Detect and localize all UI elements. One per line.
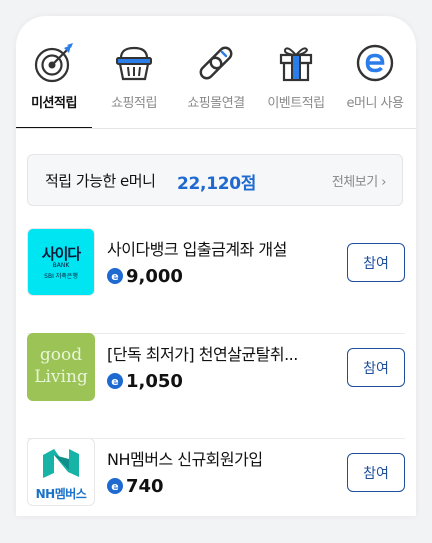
good-living-logo: good Living <box>27 333 95 401</box>
mission-item: 사이다 BANK SBI 저축은행 사이다뱅크 입출금계좌 개설 e 9,000… <box>27 228 405 334</box>
emoney-icon <box>356 44 394 82</box>
tab-label: 쇼핑적립 <box>111 96 157 111</box>
view-all-link[interactable]: 전체보기 › <box>332 171 387 190</box>
nh-symbol-icon <box>43 449 79 478</box>
mission-points: e 9,000 <box>107 265 183 287</box>
summary-amount: 22,120점 <box>177 174 257 194</box>
mission-title: NH멤버스 신규회원가입 <box>107 450 263 469</box>
join-button[interactable]: 참여 <box>347 348 405 387</box>
mission-points: e 1,050 <box>107 370 183 392</box>
tab-label: 이벤트적립 <box>267 96 325 111</box>
mission-title: [단독 최저가] 천연살균탈취... <box>107 345 298 364</box>
tab-mission[interactable]: 미션적립 <box>16 16 92 128</box>
mission-item: good Living [단독 최저가] 천연살균탈취... e 1,050 참… <box>27 333 405 439</box>
available-emoney-summary: 적립 가능한 e머니 22,120점 전체보기 › <box>27 154 403 206</box>
mission-title: 사이다뱅크 입출금계좌 개설 <box>107 240 287 259</box>
tab-event[interactable]: 이벤트적립 <box>260 16 332 128</box>
gift-icon <box>279 47 313 82</box>
tab-shopping[interactable]: 쇼핑적립 <box>96 16 172 128</box>
tab-label: 쇼핑몰연결 <box>187 96 245 111</box>
mission-card: 미션적립 쇼핑적립 쇼핑몰연결 이벤트적립 e머니 사용 적립 가능한 e머니 … <box>16 16 416 516</box>
points-value: 1,050 <box>126 370 183 392</box>
category-tab-bar: 미션적립 쇼핑적립 쇼핑몰연결 이벤트적립 e머니 사용 <box>16 16 416 129</box>
points-value: 740 <box>126 475 164 497</box>
join-button[interactable]: 참여 <box>347 243 405 282</box>
points-value: 9,000 <box>126 265 183 287</box>
link-icon <box>199 46 233 80</box>
target-icon <box>34 43 73 83</box>
saida-bank-logo: 사이다 BANK SBI 저축은행 <box>27 228 95 296</box>
nh-members-logo: NH멤버스 <box>27 438 95 506</box>
mission-points: e 740 <box>107 475 164 497</box>
tab-emoney-use[interactable]: e머니 사용 <box>334 16 416 128</box>
tab-label: 미션적립 <box>31 96 77 111</box>
emoney-icon: e <box>107 268 123 284</box>
summary-label: 적립 가능한 e머니 <box>45 172 156 190</box>
emoney-icon: e <box>107 373 123 389</box>
tab-label: e머니 사용 <box>346 96 404 111</box>
join-button[interactable]: 참여 <box>347 453 405 492</box>
tab-shopping-mall-link[interactable]: 쇼핑몰연결 <box>174 16 258 128</box>
emoney-icon: e <box>107 478 123 494</box>
mission-item: NH멤버스 NH멤버스 신규회원가입 e 740 참여 <box>27 438 405 543</box>
basket-icon <box>116 46 152 81</box>
